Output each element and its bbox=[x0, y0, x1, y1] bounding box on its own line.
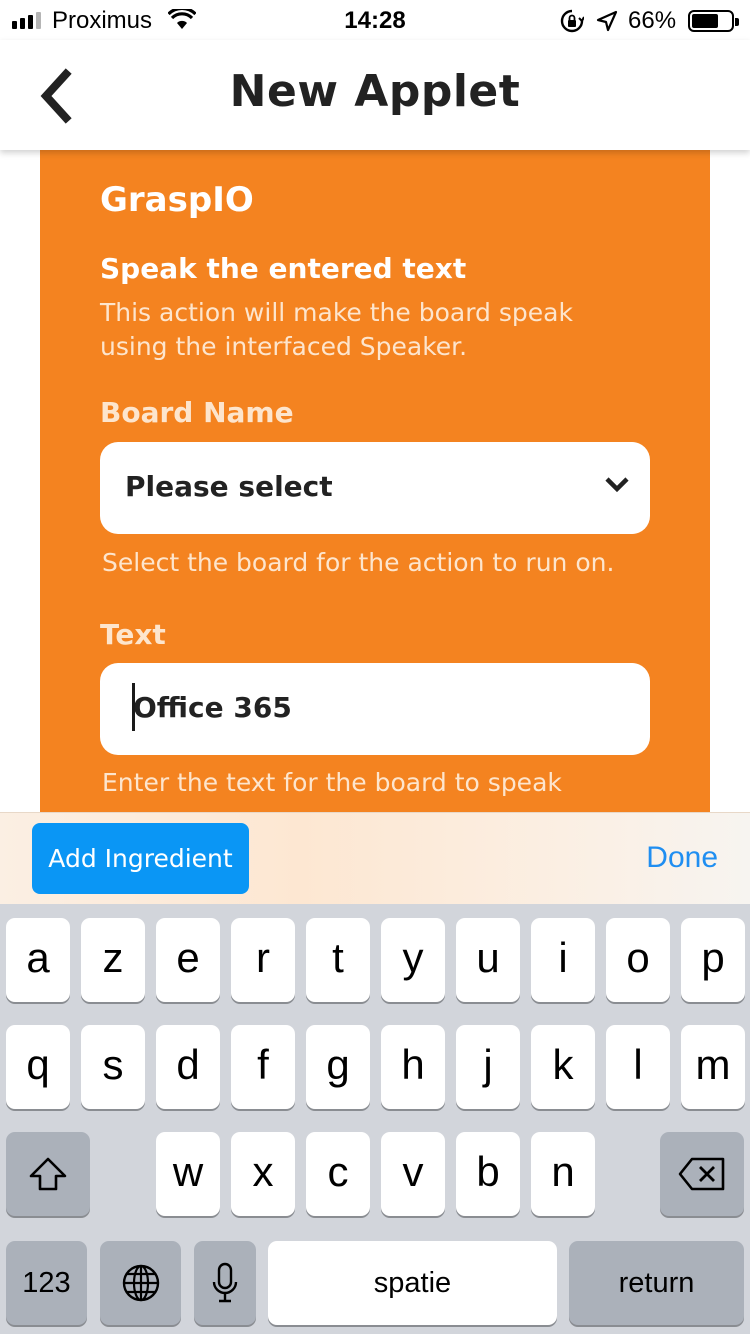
key-i[interactable]: i bbox=[531, 918, 595, 1002]
key-z[interactable]: z bbox=[81, 918, 145, 1002]
add-ingredient-button[interactable]: Add Ingredient bbox=[32, 823, 249, 894]
key-k[interactable]: k bbox=[531, 1025, 595, 1109]
key-t[interactable]: t bbox=[306, 918, 370, 1002]
key-s[interactable]: s bbox=[81, 1025, 145, 1109]
shift-icon bbox=[29, 1157, 67, 1191]
keyboard-accessory-bar: Add Ingredient Done bbox=[0, 812, 750, 904]
key-q[interactable]: q bbox=[6, 1025, 70, 1109]
numbers-key[interactable]: 123 bbox=[6, 1241, 87, 1325]
key-o[interactable]: o bbox=[606, 918, 670, 1002]
key-n[interactable]: n bbox=[531, 1132, 595, 1216]
done-button[interactable]: Done bbox=[646, 841, 718, 875]
keyboard: a z e r t y u i o p q s d f g h j k l m … bbox=[0, 904, 750, 1334]
rotation-lock-icon bbox=[560, 9, 585, 40]
text-input-value: Office 365 bbox=[133, 691, 292, 724]
board-name-label: Board Name bbox=[100, 396, 294, 429]
key-r[interactable]: r bbox=[231, 918, 295, 1002]
text-cursor bbox=[132, 683, 135, 731]
key-p[interactable]: p bbox=[681, 918, 745, 1002]
key-a[interactable]: a bbox=[6, 918, 70, 1002]
key-v[interactable]: v bbox=[381, 1132, 445, 1216]
text-label: Text bbox=[100, 618, 166, 651]
microphone-key[interactable] bbox=[194, 1241, 256, 1325]
key-j[interactable]: j bbox=[456, 1025, 520, 1109]
location-arrow-icon bbox=[596, 10, 618, 39]
shift-key[interactable] bbox=[6, 1132, 90, 1216]
microphone-icon bbox=[212, 1262, 238, 1303]
page-title: New Applet bbox=[229, 66, 521, 117]
key-w[interactable]: w bbox=[156, 1132, 220, 1216]
board-name-helper: Select the board for the action to run o… bbox=[102, 548, 615, 577]
key-f[interactable]: f bbox=[231, 1025, 295, 1109]
key-c[interactable]: c bbox=[306, 1132, 370, 1216]
return-key[interactable]: return bbox=[569, 1241, 744, 1325]
key-d[interactable]: d bbox=[156, 1025, 220, 1109]
board-name-value: Please select bbox=[125, 470, 333, 503]
text-input[interactable]: Office 365 bbox=[100, 663, 650, 755]
key-h[interactable]: h bbox=[381, 1025, 445, 1109]
key-u[interactable]: u bbox=[456, 918, 520, 1002]
key-m[interactable]: m bbox=[681, 1025, 745, 1109]
backspace-icon bbox=[678, 1157, 725, 1191]
backspace-key[interactable] bbox=[660, 1132, 744, 1216]
service-name: GraspIO bbox=[100, 180, 254, 220]
action-description: This action will make the board speak us… bbox=[100, 298, 573, 361]
globe-icon bbox=[122, 1264, 159, 1302]
action-title: Speak the entered text bbox=[100, 252, 467, 285]
key-e[interactable]: e bbox=[156, 918, 220, 1002]
space-key[interactable]: spatie bbox=[268, 1241, 557, 1325]
key-x[interactable]: x bbox=[231, 1132, 295, 1216]
status-bar: Proximus 14:28 66% bbox=[0, 0, 750, 40]
key-l[interactable]: l bbox=[606, 1025, 670, 1109]
text-helper: Enter the text for the board to speak bbox=[102, 768, 562, 797]
globe-key[interactable] bbox=[100, 1241, 181, 1325]
chevron-down-icon bbox=[604, 476, 630, 498]
key-y[interactable]: y bbox=[381, 918, 445, 1002]
battery-percentage: 66% bbox=[628, 7, 677, 34]
key-b[interactable]: b bbox=[456, 1132, 520, 1216]
key-g[interactable]: g bbox=[306, 1025, 370, 1109]
battery-icon bbox=[688, 10, 739, 32]
navigation-bar: New Applet bbox=[0, 40, 750, 150]
board-name-select[interactable]: Please select bbox=[100, 442, 650, 534]
action-card: GraspIO Speak the entered text This acti… bbox=[40, 150, 710, 812]
